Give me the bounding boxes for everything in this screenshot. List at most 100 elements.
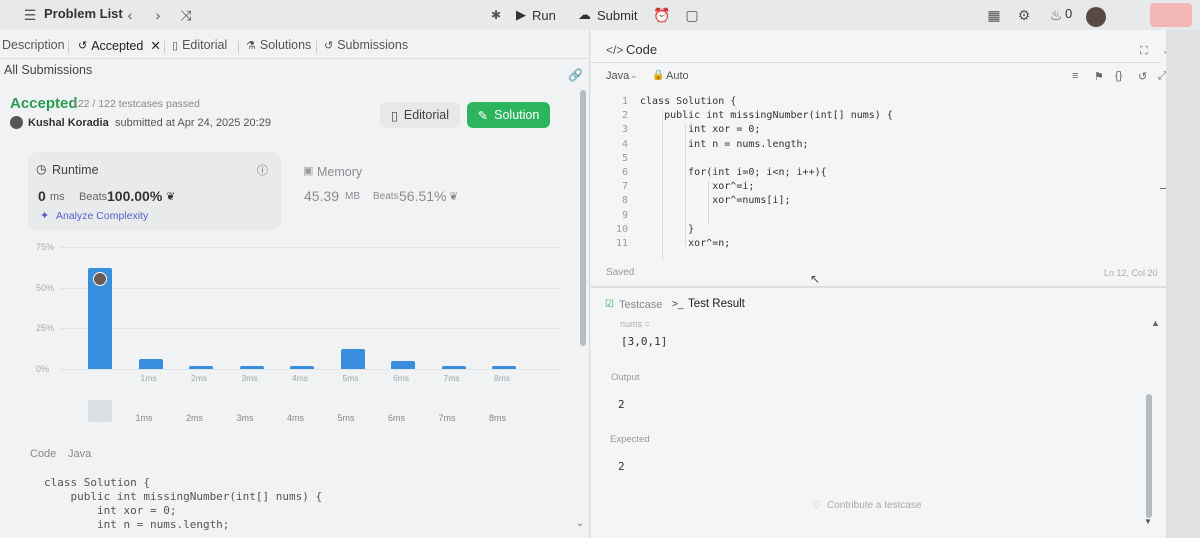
note-icon[interactable]: ▢ [682, 5, 702, 25]
y-tick-label: 75% [36, 242, 55, 252]
bar-8ms[interactable] [492, 365, 516, 369]
left-scrollbar[interactable] [580, 90, 586, 346]
format-icon[interactable]: ≡ [1072, 70, 1078, 82]
avatar[interactable] [1086, 7, 1106, 27]
gear-icon[interactable]: ⚙ [1014, 5, 1034, 25]
line-number: 1 [621, 96, 628, 107]
language-select[interactable]: Java [606, 70, 629, 82]
memory-beats-value: 56.51% [399, 188, 447, 204]
debug-icon[interactable]: ✱ [486, 5, 506, 25]
chevron-down-icon: ⌄ [630, 70, 638, 80]
range-tick-label: 4ms [287, 413, 305, 423]
solution-button[interactable]: ✎ Solution [467, 102, 550, 128]
info-icon[interactable]: ⓘ [257, 162, 268, 178]
bar-1ms[interactable] [138, 359, 163, 369]
top-bar: ☰ Problem List ‹ › ⤨ ✱ ▶ Run ☁ Submit ⏰ … [0, 0, 1200, 30]
premium-button[interactable] [1150, 3, 1192, 27]
y-tick-label: 50% [36, 282, 55, 293]
memory-value: 45.39 [304, 188, 340, 204]
username[interactable]: Kushal Koradia [28, 117, 109, 129]
mouse-cursor: ↖ [810, 272, 821, 286]
alarm-icon[interactable]: ⏰ [652, 5, 672, 25]
range-selector-thumb[interactable] [88, 400, 112, 422]
bar-2ms[interactable] [189, 365, 213, 369]
chevron-up-icon[interactable]: ▲ [1151, 318, 1160, 328]
range-tick-label: 1ms [135, 413, 153, 423]
range-tick-label: 8ms [489, 413, 507, 423]
flask-icon: ⚗ [246, 39, 256, 52]
all-submissions-link[interactable]: All Submissions [4, 63, 92, 77]
runtime-value: 0 [38, 188, 46, 204]
tab-editorial[interactable]: ▯ Editorial [172, 38, 227, 52]
terminal-icon: >_ [672, 299, 684, 310]
indent-guide [662, 110, 663, 260]
editor-code-line[interactable]: } [640, 224, 694, 235]
chevron-right-icon[interactable]: › [148, 5, 168, 25]
bar-4ms[interactable] [290, 365, 314, 369]
editor-code-line[interactable]: xor^=i; [640, 181, 754, 192]
maximize-icon[interactable]: ⛶ [1140, 45, 1148, 58]
gridline [60, 287, 560, 289]
bookmark-icon[interactable]: ⚑ [1094, 70, 1104, 83]
runtime-distribution-chart: 75% 50% 25% 0% 1ms 2ms 3ms 4ms 5ms 6ms 7ms 8ms 1ms 2m… [30, 238, 570, 428]
bar-6ms[interactable] [391, 360, 415, 369]
editorial-button[interactable]: ▯ Editorial [380, 102, 460, 128]
expected-label: Expected [610, 434, 650, 445]
expected-value: 2 [618, 460, 625, 473]
grid-icon[interactable]: ▦ [984, 5, 1004, 25]
range-tick-label: 3ms [236, 413, 254, 423]
memory-chip-icon: ▣ [303, 165, 314, 177]
screen-edge [1166, 30, 1200, 538]
close-icon[interactable]: ✕ [150, 38, 160, 53]
x-tick-label: 5ms [342, 373, 359, 383]
tab-testcase[interactable]: Testcase [619, 299, 662, 311]
contribute-testcase-link[interactable]: Contribute a testcase [827, 500, 922, 511]
memory-beats-label: Beats [373, 191, 399, 202]
auto-mode[interactable]: Auto [666, 70, 689, 82]
analyze-complexity-link[interactable]: Analyze Complexity [56, 210, 148, 222]
editor-code-line[interactable]: int n = nums.length; [640, 139, 808, 150]
editor-code-line[interactable]: class Solution { [640, 96, 736, 107]
range-tick-label: 6ms [388, 413, 406, 423]
leaf-icon: ❦ [449, 191, 459, 203]
indent-guide [708, 181, 709, 225]
editor-code-line[interactable]: for(int i=0; i<n; i++){ [640, 167, 826, 178]
y-tick-label: 25% [36, 323, 55, 334]
tab-solutions[interactable]: ⚗ Solutions [246, 38, 311, 52]
memory-card[interactable]: ▣ Memory 45.39 MB Beats 56.51% ❦ [293, 152, 543, 230]
run-button[interactable]: ▶ Run [508, 3, 564, 27]
runtime-card[interactable]: ◷ Runtime ⓘ 0 ms Beats 100.00% ❦ ✦ Analy… [28, 152, 281, 230]
braces-icon[interactable]: {} [1115, 70, 1122, 82]
code-line: int xor = 0; [44, 504, 177, 517]
tab-submissions[interactable]: ↺ Submissions [324, 38, 408, 52]
accepted-status: Accepted [10, 95, 78, 112]
shuffle-icon[interactable]: ⤨ [176, 5, 196, 25]
tab-accepted[interactable]: ↺ Accepted ✕ [78, 38, 161, 54]
x-tick-label: 3ms [241, 373, 258, 383]
list-icon[interactable]: ☰ [20, 5, 40, 25]
editor-code-line[interactable]: int xor = 0; [640, 124, 760, 135]
saved-status: Saved [606, 267, 635, 278]
range-tick-label: 5ms [337, 413, 355, 423]
x-tick-label: 8ms [494, 373, 511, 383]
scroll-down-icon[interactable]: ▼ [1144, 517, 1152, 526]
flame-icon[interactable]: ♨ [1046, 5, 1066, 25]
right-scrollbar[interactable] [1146, 394, 1152, 518]
leaf-icon: ❦ [166, 191, 176, 203]
line-number: 11 [615, 238, 628, 249]
x-tick-label: 7ms [443, 373, 460, 383]
problem-list-link[interactable]: Problem List [44, 6, 123, 21]
tab-test-result[interactable]: Test Result [688, 298, 745, 310]
submit-button[interactable]: ☁ Submit [570, 3, 645, 27]
chevron-left-icon[interactable]: ‹ [120, 5, 140, 25]
runtime-beats-value: 100.00% [107, 188, 163, 204]
bar-3ms[interactable] [239, 365, 264, 369]
bar-7ms[interactable] [441, 365, 466, 369]
reset-icon[interactable]: ↺ [1138, 70, 1147, 83]
editor-code-line[interactable]: public int missingNumber(int[] nums) { [640, 110, 893, 121]
link-icon[interactable]: 🔗 [568, 68, 583, 82]
tab-description[interactable]: Description [2, 38, 65, 52]
code-editor[interactable]: 1 2 3 4 5 6 7 8 9 10 11 class Solution { public int… [600, 96, 1160, 260]
bar-5ms[interactable] [340, 349, 365, 369]
expand-down-icon[interactable]: ⌄ [576, 518, 584, 529]
